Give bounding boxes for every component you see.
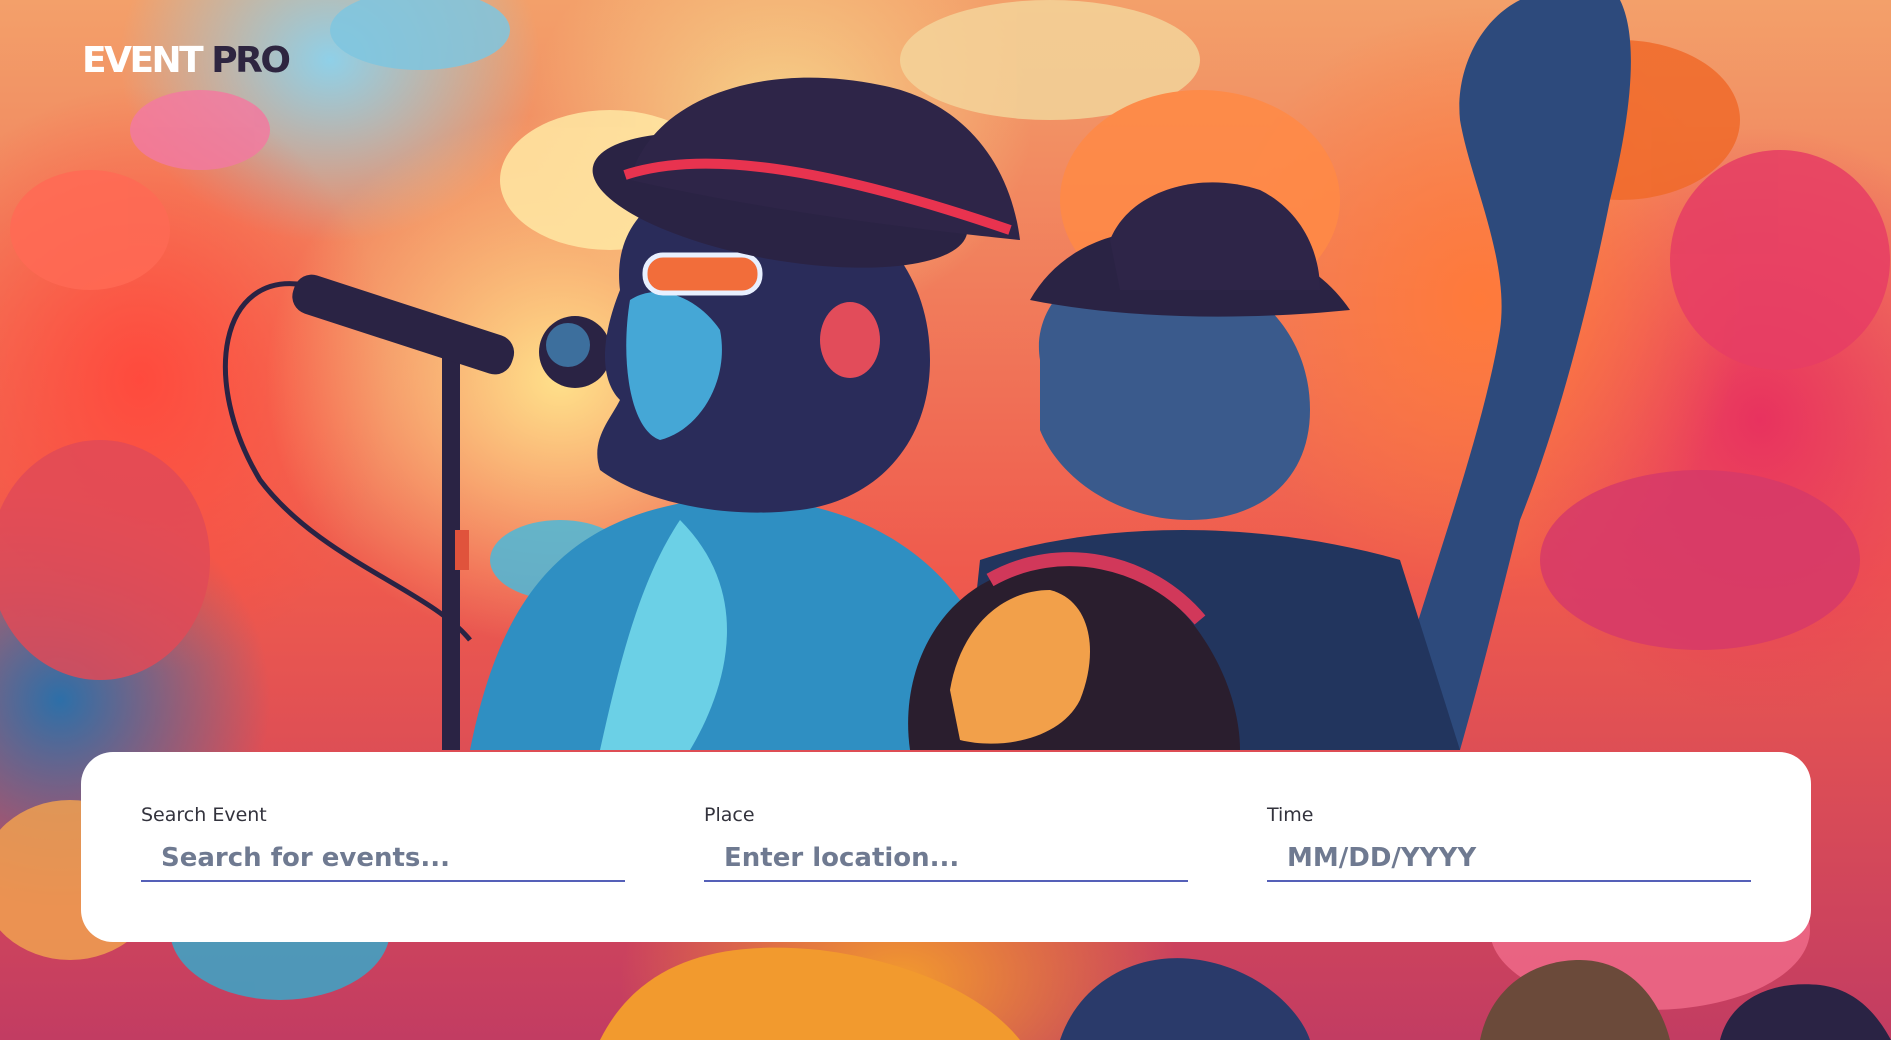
search-event-label: Search Event [141,804,267,826]
place-input[interactable] [704,836,1188,882]
search-event-input[interactable] [141,836,625,882]
time-label: Time [1267,804,1314,826]
logo-secondary: PRO [211,40,291,81]
hero-section: EVENT PRO Search Event Place Time [0,0,1891,1040]
brand-logo[interactable]: EVENT PRO [82,38,291,84]
search-panel: Search Event Place Time [81,752,1811,942]
place-label: Place [704,804,755,826]
search-event-field: Search Event [141,804,625,882]
time-field: Time [1267,804,1751,882]
time-input[interactable] [1267,836,1751,882]
place-field: Place [704,804,1188,882]
logo-primary: EVENT [82,40,204,81]
